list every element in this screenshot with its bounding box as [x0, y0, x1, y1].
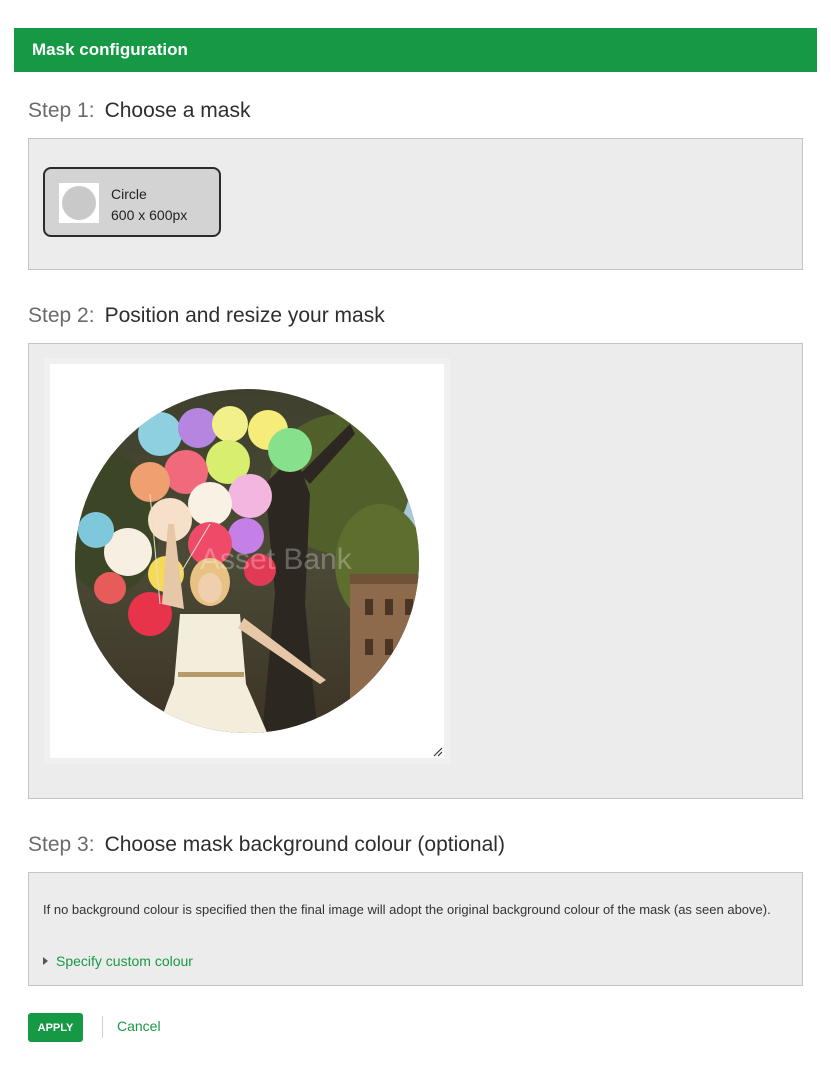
masked-photo[interactable]: Asset Bank [50, 364, 444, 758]
specify-custom-colour-label: Specify custom colour [56, 953, 193, 969]
step2-number: Step 2: [28, 304, 95, 327]
step2-title: Position and resize your mask [104, 304, 385, 327]
mask-editor-frame: Asset Bank [44, 358, 450, 764]
step3-heading: Step 3: Choose mask background colour (op… [28, 833, 505, 857]
background-colour-info: If no background colour is specified the… [43, 902, 771, 917]
step3-number: Step 3: [28, 833, 95, 856]
step1-number: Step 1: [28, 99, 95, 122]
step1-heading: Step 1: Choose a mask [28, 99, 250, 123]
page-title: Mask configuration [32, 40, 188, 59]
caret-right-icon [43, 957, 48, 965]
circle-mask-thumbnail-icon [59, 183, 99, 223]
resize-handle-icon[interactable] [433, 747, 443, 757]
step1-title: Choose a mask [104, 99, 251, 122]
background-colour-panel: If no background colour is specified the… [28, 872, 803, 986]
specify-custom-colour-toggle[interactable]: Specify custom colour [43, 953, 193, 969]
apply-button[interactable]: APPLY [28, 1013, 83, 1042]
step2-heading: Step 2: Position and resize your mask [28, 304, 385, 328]
step3-title: Choose mask background colour (optional) [104, 833, 505, 856]
action-divider [102, 1016, 103, 1038]
mask-preview-canvas[interactable]: Asset Bank [50, 364, 444, 758]
page-header: Mask configuration [14, 28, 817, 72]
cancel-link[interactable]: Cancel [117, 1018, 161, 1034]
mask-editor-panel: Asset Bank [28, 343, 803, 799]
mask-option-circle[interactable]: Circle 600 x 600px [43, 167, 221, 237]
mask-chooser-panel: Circle 600 x 600px [28, 138, 803, 270]
mask-name: Circle [111, 186, 147, 202]
preview-watermark: Asset Bank [200, 543, 353, 576]
mask-size: 600 x 600px [111, 207, 188, 223]
